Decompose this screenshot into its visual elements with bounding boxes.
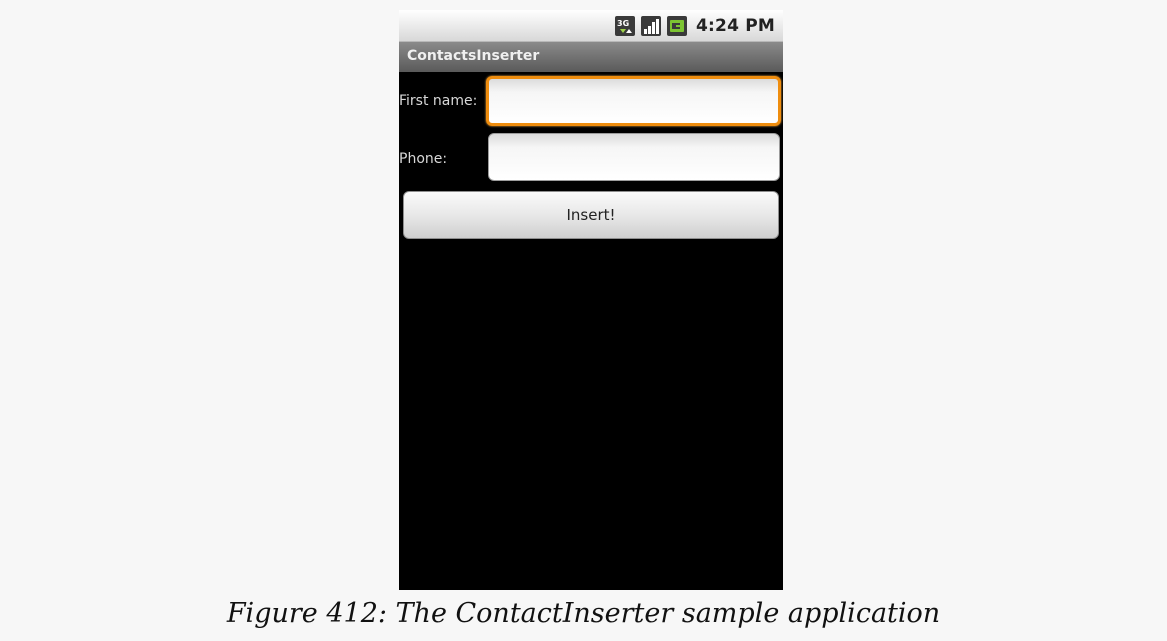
figure-caption: Figure 412: The ContactInserter sample a… [226, 598, 941, 629]
phone-field[interactable] [488, 133, 780, 181]
status-clock: 4:24 PM [696, 16, 775, 36]
insert-button[interactable]: Insert! [403, 191, 779, 239]
signal-strength-icon [640, 15, 662, 37]
phone-label: Phone: [399, 151, 448, 167]
battery-charging-icon [666, 15, 688, 37]
svg-text:3G: 3G [617, 19, 629, 28]
first-name-label: First name: [399, 93, 478, 109]
app-title-bar: ContactsInserter [399, 42, 783, 72]
phone-screen: 3G 4:24 PM ContactsInserter First name: … [399, 10, 783, 590]
app-title: ContactsInserter [407, 48, 540, 64]
first-name-field[interactable] [486, 76, 781, 126]
status-icons: 3G 4:24 PM [614, 14, 775, 38]
status-bar: 3G 4:24 PM [399, 10, 783, 42]
3g-data-icon: 3G [614, 15, 636, 37]
